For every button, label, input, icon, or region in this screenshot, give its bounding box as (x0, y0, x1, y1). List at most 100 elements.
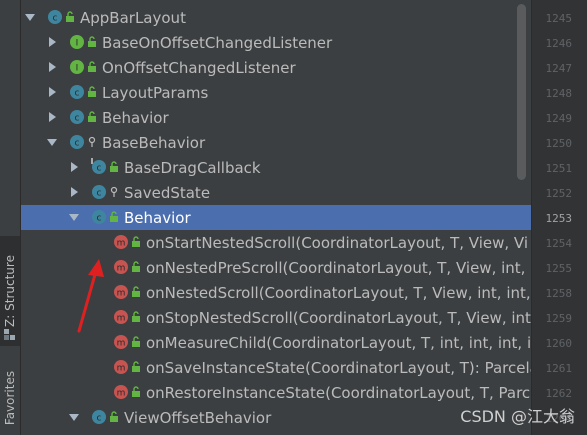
public-lock-icon (131, 311, 141, 331)
svg-text:m: m (117, 289, 126, 299)
expand-arrow-right-icon[interactable] (47, 112, 57, 122)
svg-text:c: c (75, 89, 80, 99)
tree-row-label: onNestedPreScroll(CoordinatorLayout, T, … (146, 258, 526, 277)
expand-arrow-down-icon[interactable] (69, 212, 79, 222)
line-number: 1251 (545, 162, 573, 175)
tree-row[interactable]: c BaseDragCallback (21, 155, 531, 180)
tree-row[interactable]: c BaseBehavior (21, 130, 531, 155)
vertical-scrollbar[interactable] (517, 4, 526, 180)
watermark: CSDN @江大翁 (460, 407, 575, 426)
public-lock-icon (87, 61, 97, 81)
tree-row[interactable]: m onStartNestedScroll(CoordinatorLayout, … (21, 230, 531, 255)
tree-row-label: onStartNestedScroll(CoordinatorLayout, T… (146, 233, 528, 252)
annotation-red-arrow (77, 259, 104, 333)
public-lock-icon (131, 386, 141, 406)
expand-arrow-right-icon[interactable] (47, 62, 57, 72)
package-visibility-icon (109, 186, 119, 206)
line-number-gutter: 1245 1246 1247 1248 1249 1250 1251 1252 1253 1254… (531, 0, 587, 435)
svg-text:c: c (75, 114, 80, 124)
line-number: 1253 (545, 212, 573, 225)
tree-row-label: onNestedScroll(CoordinatorLayout, T, Vie… (146, 283, 531, 302)
tree-row-label: ViewOffsetBehavior (124, 408, 272, 427)
svg-text:m: m (117, 364, 126, 374)
line-number: 1254 (545, 237, 573, 250)
tree-row-label: onSaveInstanceState(CoordinatorLayout, T… (146, 358, 531, 377)
svg-text:c: c (97, 414, 102, 424)
line-number: 1252 (545, 187, 573, 200)
svg-text:c: c (97, 214, 102, 224)
structure-tab-label: Z: Structure (3, 255, 17, 327)
line-number: 1245 (545, 12, 573, 25)
tree-row[interactable]: c SavedState (21, 180, 531, 205)
tree-row-label: onStopNestedScroll(CoordinatorLayout, T,… (146, 308, 531, 327)
public-lock-icon (109, 411, 119, 431)
line-number: 1258 (545, 287, 573, 300)
tool-window-bar: Z: Structure Favorites (0, 0, 21, 435)
structure-tab[interactable]: Z: Structure (0, 236, 20, 346)
tree-row[interactable]: I OnOffsetChangedListener (21, 55, 531, 80)
svg-text:I: I (76, 64, 79, 74)
svg-text:m: m (117, 314, 126, 324)
svg-text:m: m (117, 239, 126, 249)
tree-row-label: BaseOnOffsetChangedListener (102, 33, 333, 52)
public-lock-icon (131, 261, 141, 281)
public-lock-icon (87, 111, 97, 131)
favorites-tab[interactable]: Favorites (0, 360, 20, 435)
expand-arrow-down-icon[interactable] (69, 412, 79, 422)
public-lock-icon (87, 86, 97, 106)
svg-text:m: m (117, 264, 126, 274)
tree-row-label: BaseBehavior (102, 133, 206, 152)
public-lock-icon (131, 361, 141, 381)
tree-row-label: Behavior (102, 108, 169, 127)
svg-text:c: c (97, 164, 102, 174)
expand-arrow-down-icon[interactable] (25, 12, 35, 22)
public-lock-icon (109, 161, 119, 181)
line-number: 1246 (545, 37, 573, 50)
line-number: 1255 (545, 262, 573, 275)
tree-row-label: onRestoreInstanceState(CoordinatorLayout… (146, 383, 531, 402)
svg-text:m: m (117, 389, 126, 399)
structure-tree[interactable]: c AppBarLayout I BaseOnOffsetChangedListene… (21, 0, 531, 435)
line-number: 1248 (545, 87, 573, 100)
tree-row-label: SavedState (124, 183, 211, 202)
tree-row[interactable]: c Behavior (21, 105, 531, 130)
favorites-tab-label: Favorites (3, 370, 17, 425)
svg-text:c: c (97, 189, 102, 199)
package-visibility-icon (87, 136, 97, 156)
structure-icon (4, 329, 15, 340)
tree-row[interactable]: I BaseOnOffsetChangedListener (21, 30, 531, 55)
tree-row[interactable]: m onSaveInstanceState(CoordinatorLayout, … (21, 355, 531, 380)
expand-arrow-right-icon[interactable] (69, 187, 79, 197)
tree-row-label: AppBarLayout (80, 8, 186, 27)
tree-row-selected[interactable]: c Behavior (21, 205, 531, 230)
expand-arrow-down-icon[interactable] (47, 137, 57, 147)
line-number: 1247 (545, 62, 573, 75)
tree-row-label: onMeasureChild(CoordinatorLayout, T, int… (146, 333, 531, 352)
line-number: 1250 (545, 137, 573, 150)
expand-arrow-right-icon[interactable] (47, 37, 57, 47)
tree-row[interactable]: c AppBarLayout (21, 5, 531, 30)
line-number: 1261 (545, 362, 573, 375)
tree-row-label: LayoutParams (102, 83, 209, 102)
svg-text:c: c (75, 139, 80, 149)
public-lock-icon (131, 336, 141, 356)
tree-row-label: OnOffsetChangedListener (102, 58, 296, 77)
public-lock-icon (87, 36, 97, 56)
expand-arrow-right-icon[interactable] (69, 162, 79, 172)
tree-row-label: BaseDragCallback (124, 158, 261, 177)
tree-row[interactable]: c LayoutParams (21, 80, 531, 105)
line-number: 1260 (545, 337, 573, 350)
expand-arrow-right-icon[interactable] (47, 87, 57, 97)
public-lock-icon (109, 211, 119, 231)
line-number: 1249 (545, 112, 573, 125)
line-number: 1259 (545, 312, 573, 325)
tree-row-label: Behavior (124, 208, 191, 227)
public-lock-icon (65, 11, 75, 31)
tree-row[interactable]: m onRestoreInstanceState(CoordinatorLayou… (21, 380, 531, 405)
svg-text:m: m (117, 339, 126, 349)
svg-text:I: I (76, 39, 79, 49)
svg-text:c: c (53, 14, 58, 24)
public-lock-icon (131, 236, 141, 256)
tree-row[interactable]: c ViewOffsetBehavior (21, 405, 531, 430)
public-lock-icon (131, 286, 141, 306)
